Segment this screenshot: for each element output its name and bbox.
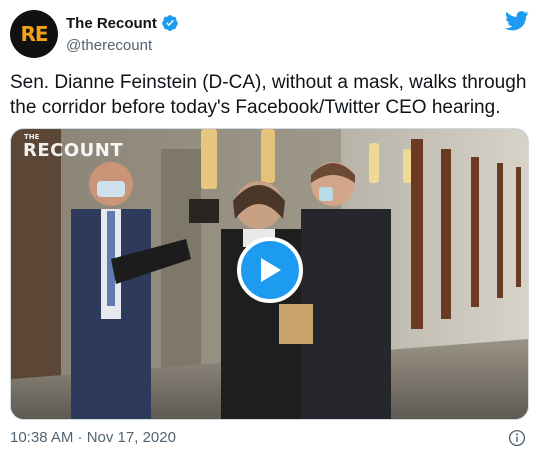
avatar-logo-text: RE xyxy=(20,22,48,46)
video-player[interactable]: THE RECOUNT xyxy=(10,128,529,420)
tweet-footer: 10:38 AM · Nov 17, 2020 xyxy=(10,429,530,449)
tweet-header: RE The Recount @therecount xyxy=(10,10,533,60)
play-button[interactable] xyxy=(237,237,303,303)
tweet-text: Sen. Dianne Feinstein (D-CA), without a … xyxy=(10,72,527,118)
watermark-small-text: THE xyxy=(24,133,40,141)
twitter-bird-icon[interactable] xyxy=(505,10,529,32)
video-watermark: THE RECOUNT xyxy=(23,133,124,161)
tweet-timestamp[interactable]: 10:38 AM · Nov 17, 2020 xyxy=(10,429,176,446)
display-name[interactable]: The Recount xyxy=(66,15,157,32)
account-handle[interactable]: @therecount xyxy=(66,37,152,54)
play-icon xyxy=(261,258,281,282)
avatar[interactable]: RE xyxy=(10,10,58,58)
verified-badge-icon xyxy=(161,15,178,31)
info-icon[interactable] xyxy=(508,429,526,447)
name-row: The Recount xyxy=(66,14,179,32)
watermark-text: RECOUNT xyxy=(23,140,124,161)
